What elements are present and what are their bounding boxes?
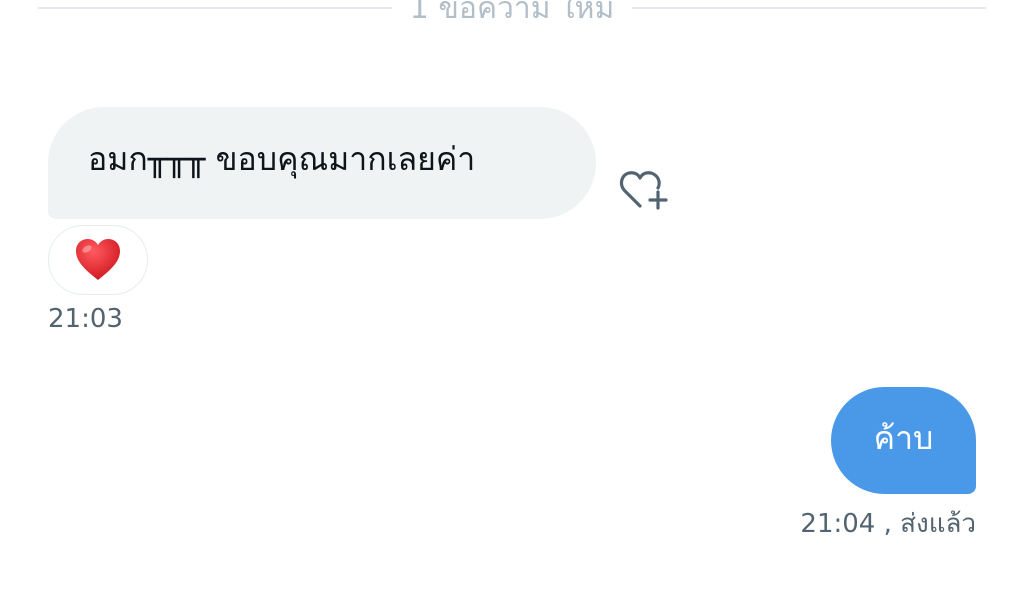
divider-line-right xyxy=(632,7,987,9)
received-message-text: อมก╥╥╥ ขอบคุณมากเลยค่า xyxy=(88,139,476,178)
divider-line-left xyxy=(38,7,392,9)
sent-message-status: , ส่งแล้ว xyxy=(883,509,976,539)
new-messages-label: 1 ข้อความ ใหม่ xyxy=(409,0,615,26)
sent-message-meta: 21:04 , ส่งแล้ว xyxy=(800,503,976,544)
new-messages-divider: 1 ข้อความ ใหม่ xyxy=(38,0,987,28)
sent-message-time: 21:04 xyxy=(800,509,876,539)
reaction-badge[interactable] xyxy=(48,225,148,295)
heart-emoji-icon xyxy=(76,239,120,280)
received-message-time: 21:03 xyxy=(48,304,123,334)
sent-message-text: ค้าบ xyxy=(873,419,934,457)
received-message-bubble[interactable]: อมก╥╥╥ ขอบคุณมากเลยค่า xyxy=(48,107,596,219)
dm-conversation: 1 ข้อความ ใหม่ อมก╥╥╥ ขอบคุณมากเลยค่า 21… xyxy=(0,0,1024,605)
heart-plus-icon[interactable] xyxy=(618,166,672,214)
sent-message-bubble[interactable]: ค้าบ xyxy=(831,387,976,494)
